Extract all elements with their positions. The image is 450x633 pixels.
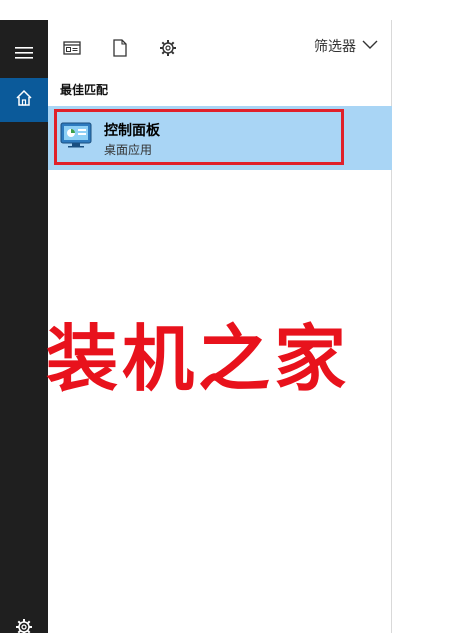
chevron-down-icon <box>362 38 378 54</box>
documents-filter-button[interactable] <box>108 38 132 62</box>
filter-dropdown[interactable]: 筛选器 <box>314 36 378 56</box>
result-title: 控制面板 <box>104 123 160 139</box>
annotation-highlight-box <box>54 109 344 165</box>
start-search-window: 筛选器 最佳匹配 控制面板 桌面应用 装机之家 <box>0 0 450 633</box>
home-button[interactable] <box>0 78 48 122</box>
settings-gear-icon <box>15 618 33 633</box>
home-icon <box>15 89 33 111</box>
filter-label: 筛选器 <box>314 39 356 55</box>
apps-filter-icon <box>63 40 81 60</box>
best-match-heading: 最佳匹配 <box>60 83 109 97</box>
start-sidebar <box>0 20 48 633</box>
settings-gear-icon <box>159 39 177 61</box>
result-subtitle: 桌面应用 <box>104 143 153 157</box>
document-icon <box>113 39 127 61</box>
menu-button[interactable] <box>0 30 48 78</box>
watermark-text: 装机之家 <box>46 317 351 401</box>
search-toolbar: 筛选器 <box>48 20 392 78</box>
settings-button[interactable] <box>0 605 48 633</box>
settings-filter-button[interactable] <box>156 38 180 62</box>
best-match-result[interactable]: 控制面板 桌面应用 <box>48 106 392 170</box>
hamburger-menu-icon <box>15 45 33 64</box>
apps-filter-button[interactable] <box>60 38 84 62</box>
control-panel-icon <box>60 122 92 148</box>
